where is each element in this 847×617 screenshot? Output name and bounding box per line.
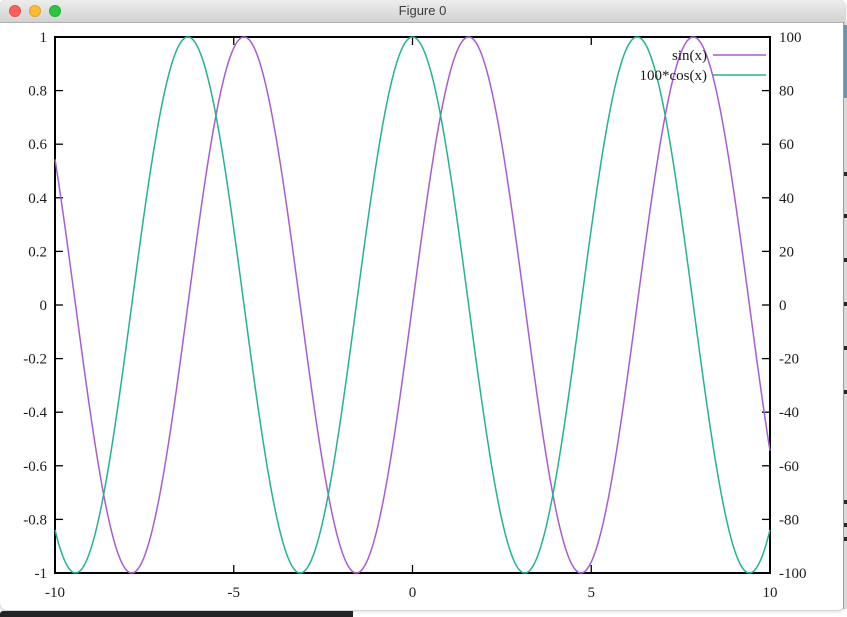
y-left-tick-label: -0.8 [23, 512, 47, 528]
y-right-tick-label: -20 [779, 352, 799, 368]
x-tick-label: 5 [588, 585, 596, 601]
y-right-tick-label: -60 [779, 459, 799, 475]
plot-canvas: -10-5051010.80.60.40.20-0.2-0.4-0.6-0.8-… [0, 0, 845, 610]
background-window-bottom-edge [0, 611, 353, 617]
x-tick-label: -10 [45, 585, 65, 601]
window-titlebar[interactable]: Figure 0 [0, 0, 845, 23]
gnuplot-window: -10-5051010.80.60.40.20-0.2-0.4-0.6-0.8-… [0, 0, 845, 610]
y-right-tick-label: -40 [779, 405, 799, 421]
y-right-tick-label: 40 [779, 191, 794, 207]
y-left-tick-label: 0.4 [28, 191, 47, 207]
curve-sin [55, 37, 770, 573]
close-button[interactable] [9, 5, 21, 17]
x-tick-label: 0 [409, 585, 417, 601]
y-right-tick-label: 100 [779, 30, 802, 46]
y-left-tick-label: -0.6 [23, 459, 47, 475]
y-right-tick-label: 20 [779, 244, 794, 260]
x-tick-label: -5 [228, 585, 241, 601]
minimize-button[interactable] [29, 5, 41, 17]
zoom-button[interactable] [49, 5, 61, 17]
y-left-tick-label: -0.2 [23, 352, 47, 368]
y-left-tick-label: 1 [40, 30, 48, 46]
y-right-tick-label: 60 [779, 137, 794, 153]
y-right-tick-label: 80 [779, 84, 794, 100]
window-controls [9, 5, 61, 17]
x-tick-label: 10 [763, 585, 778, 601]
y-right-tick-label: 0 [779, 298, 787, 314]
y-left-tick-label: 0.2 [28, 244, 47, 260]
y-right-tick-label: -80 [779, 512, 799, 528]
legend-label: 100*cos(x) [640, 68, 708, 84]
legend-label: sin(x) [672, 48, 707, 64]
y-left-tick-label: 0.6 [28, 137, 47, 153]
y-left-tick-label: 0.8 [28, 84, 47, 100]
y-left-tick-label: 0 [40, 298, 48, 314]
y-left-tick-label: -1 [35, 566, 48, 582]
window-title: Figure 0 [0, 0, 845, 22]
y-left-tick-label: -0.4 [23, 405, 47, 421]
background-window-right-edge [843, 23, 847, 609]
y-right-tick-label: -100 [779, 566, 807, 582]
